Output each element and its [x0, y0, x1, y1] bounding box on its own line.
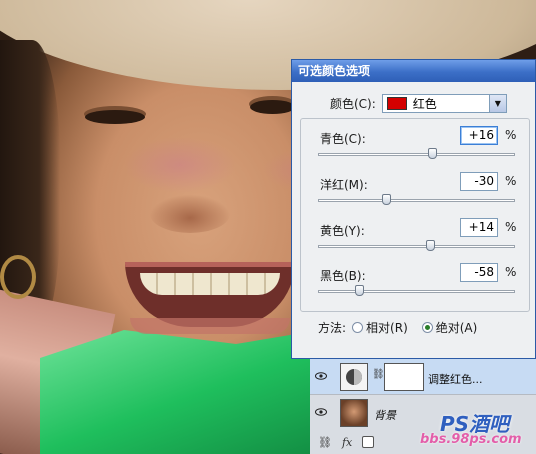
left-eye [85, 110, 145, 124]
magenta-slider-thumb[interactable] [382, 194, 392, 205]
cyan-slider-thumb[interactable] [427, 148, 437, 159]
slider-black: 黑色(B): -58 % [314, 263, 529, 307]
absolute-radio[interactable] [421, 322, 433, 333]
black-percent: % [505, 265, 517, 279]
yellow-slider-thumb[interactable] [425, 240, 435, 251]
mask-icon[interactable] [362, 436, 375, 448]
method-label: 方法: [318, 321, 347, 335]
yellow-track[interactable] [318, 245, 515, 248]
cyan-label: 青色(C): [320, 132, 366, 146]
relative-label[interactable]: 相对(R) [366, 319, 408, 336]
adjustment-thumbnail[interactable] [340, 363, 368, 391]
link-chain-icon: ⛓ [372, 369, 385, 380]
earring [0, 255, 36, 299]
black-slider-thumb[interactable] [354, 285, 364, 296]
relative-radio[interactable] [352, 322, 364, 333]
yellow-input[interactable]: +14 [460, 218, 498, 237]
cyan-track[interactable] [318, 153, 515, 156]
magenta-label: 洋红(M): [320, 178, 368, 192]
watermark-url: bbs.98ps.com [420, 432, 522, 447]
eye-icon[interactable] [315, 370, 327, 382]
layer-row-adjustment[interactable]: ⛓ 调整红色... [310, 359, 536, 395]
teeth [140, 273, 280, 295]
magenta-input[interactable]: -30 [460, 172, 498, 191]
absolute-label[interactable]: 绝对(A) [436, 319, 478, 336]
dialog-title[interactable]: 可选颜色选项 [292, 60, 535, 82]
green-scarf [40, 330, 320, 454]
adjustment-layer-name[interactable]: 调整红色... [428, 371, 483, 387]
right-eye [250, 100, 295, 114]
slider-cyan: 青色(C): +16 % [314, 126, 529, 170]
black-input[interactable]: -58 [460, 263, 498, 282]
mask-thumbnail[interactable] [384, 363, 424, 391]
method-row: 方法: 相对(R) 绝对(A) [318, 319, 528, 336]
eye-icon[interactable] [315, 406, 327, 418]
chevron-down-icon[interactable]: ▼ [488, 94, 506, 112]
dialog-body: 颜色(C): 红色 ▼ 青色(C): +16 % 洋红(M): -30 % 黄色… [296, 86, 531, 356]
background-thumbnail[interactable] [340, 399, 368, 427]
fx-icon[interactable]: fx [342, 436, 352, 449]
yellow-label: 黄色(Y): [320, 224, 365, 238]
slider-magenta: 洋红(M): -30 % [314, 172, 529, 216]
colors-select[interactable]: 红色 ▼ [381, 93, 507, 113]
red-swatch [386, 96, 407, 110]
colors-label: 颜色(C): [330, 96, 376, 111]
yellow-percent: % [505, 220, 517, 234]
slider-yellow: 黄色(Y): +14 % [314, 218, 529, 262]
cyan-percent: % [505, 128, 517, 142]
method-relative-option[interactable]: 相对(R) [352, 319, 408, 336]
selective-color-dialog: 可选颜色选项 颜色(C): 红色 ▼ 青色(C): +16 % 洋红(M): -… [291, 59, 536, 359]
method-absolute-option[interactable]: 绝对(A) [421, 319, 478, 336]
lower-lip [130, 318, 290, 334]
background-layer-name[interactable]: 背景 [374, 407, 396, 423]
link-icon[interactable]: ⛓ [318, 436, 332, 449]
black-label: 黑色(B): [320, 269, 366, 283]
cyan-input[interactable]: +16 [460, 126, 498, 145]
adjustment-icon [346, 369, 362, 385]
colors-select-value: 红色 [412, 96, 437, 111]
magenta-percent: % [505, 174, 517, 188]
black-track[interactable] [318, 290, 515, 293]
colors-row: 颜色(C): 红色 ▼ [330, 92, 507, 114]
nose [150, 195, 230, 233]
magenta-track[interactable] [318, 199, 515, 202]
